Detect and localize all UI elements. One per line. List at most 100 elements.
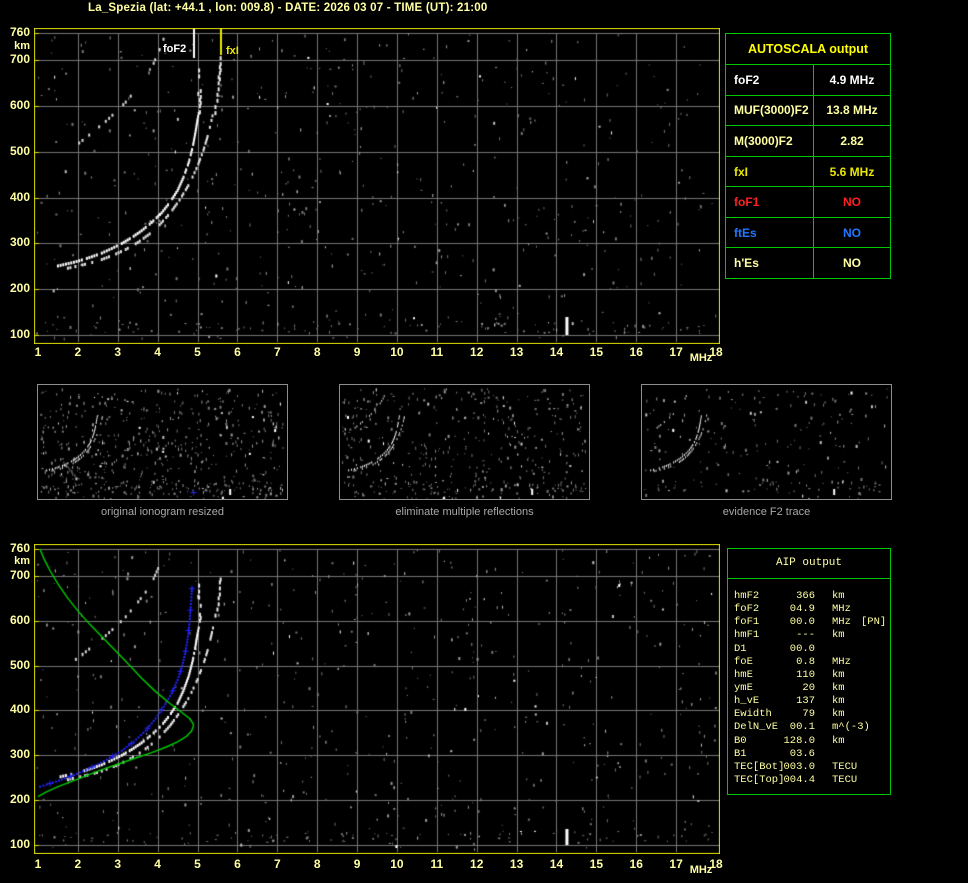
x-tick-label: 16: [629, 857, 643, 871]
station-title: La_Spezia (lat: +44.1 , lon: 009.8) - DA…: [88, 2, 488, 14]
aip-row-unit: km: [832, 668, 845, 681]
y-tick-label: 760: [9, 541, 30, 555]
x-tick-label: 4: [154, 345, 161, 359]
autoscala-row-value: NO: [813, 187, 890, 217]
x-tick-label: 15: [589, 857, 604, 871]
top-ionogram-plot: foF2 fxI: [34, 28, 720, 344]
thumbnail-3-canvas: [642, 385, 891, 499]
aip-row-label: foE: [734, 655, 753, 668]
x-tick-label: 3: [114, 857, 122, 871]
bottom-ionogram-plot: [34, 544, 720, 854]
aip-row: B0 128.0 km: [728, 735, 890, 748]
aip-row-unit: km: [832, 695, 845, 708]
aip-row: TEC[Top] 004.4 TECU: [728, 774, 890, 787]
aip-row-unit: km: [832, 734, 845, 747]
x-tick-label: 13: [509, 857, 524, 871]
aip-row-unit: km: [832, 629, 845, 642]
aip-row-value: 128.0: [783, 734, 815, 747]
aip-row-value: 366: [796, 590, 815, 602]
aip-row: D1 00.0: [728, 643, 890, 656]
autoscala-row-label: foF1: [734, 195, 760, 210]
aip-row-label: foF2: [734, 603, 760, 616]
aip-row-unit: km: [832, 590, 845, 602]
aip-row-unit: m^(-3): [832, 721, 870, 734]
aip-row-value: 20: [802, 681, 815, 694]
aip-table-header: AIP output: [728, 549, 890, 579]
x-tick-label: 15: [589, 345, 604, 359]
aip-row-value: 00.1: [789, 721, 815, 734]
autoscala-row: foF2 4.9 MHz: [726, 65, 890, 96]
aip-table-rows: hmF2 366 km foF2 04.9 MHz foF1 00.0 MHz [PN] hmF1 -…: [728, 590, 890, 787]
x-tick-label: 11: [430, 857, 444, 871]
aip-row-value: 0.8: [796, 655, 815, 668]
bottom-ionogram-canvas: [34, 544, 720, 854]
autoscala-row-label: MUF(3000)F2: [734, 103, 809, 118]
y-axis-unit-label: km: [14, 555, 30, 568]
x-tick-label: 13: [509, 345, 524, 359]
autoscala-row: foF1 NO: [726, 187, 890, 218]
aip-row-label: D1: [734, 642, 747, 655]
aip-row-label: hmF2: [734, 590, 760, 602]
y-tick-label: 100: [9, 837, 30, 851]
y-tick-label: 300: [9, 235, 30, 250]
y-tick-label: 300: [9, 747, 30, 762]
thumbnail-2-canvas: [340, 385, 589, 499]
autoscala-row-value: NO: [813, 248, 890, 279]
aip-row-unit: TECU: [832, 760, 858, 773]
y-axis-unit-label: km: [14, 39, 30, 52]
aip-row-value: 04.9: [789, 603, 815, 616]
x-tick-label: 12: [470, 857, 484, 871]
autoscala-screen: La_Spezia (lat: +44.1 , lon: 009.8) - DA…: [0, 0, 968, 883]
autoscala-row: fxI 5.6 MHz: [726, 156, 890, 188]
x-tick-label: 12: [470, 345, 484, 359]
x-tick-label: 10: [390, 345, 404, 359]
y-tick-label: 700: [9, 52, 30, 67]
aip-row: TEC[Bot] 003.0 TECU: [728, 761, 890, 774]
autoscala-row-value: NO: [813, 217, 890, 248]
aip-row-label: B1: [734, 747, 747, 760]
x-tick-label: 14: [549, 345, 564, 359]
x-tick-label: 3: [114, 345, 122, 359]
y-tick-label: 700: [9, 567, 30, 582]
x-tick-label: 9: [353, 857, 361, 871]
x-tick-label: 2: [74, 345, 82, 359]
x-tick-label: 2: [74, 857, 82, 871]
aip-row: hmE 110 km: [728, 669, 890, 682]
x-tick-label: 16: [629, 345, 643, 359]
x-tick-label: 4: [154, 857, 161, 871]
autoscala-row-value: 5.6 MHz: [813, 156, 890, 187]
aip-row-label: hmE: [734, 668, 753, 681]
x-tick-label: 5: [194, 857, 201, 871]
aip-row-value: 137: [796, 695, 815, 708]
y-tick-label: 100: [9, 327, 30, 341]
x-axis-unit-label: MHz: [689, 864, 713, 876]
aip-row: hmF2 366 km: [728, 590, 890, 603]
aip-row-value: 00.0: [789, 616, 815, 629]
aip-row-label: foF1: [734, 616, 760, 629]
aip-row-label: B0: [734, 734, 747, 747]
x-tick-label: 1: [34, 345, 42, 359]
aip-row: h_vE 137 km: [728, 695, 890, 708]
aip-row-extra: [PN]: [861, 616, 887, 629]
autoscala-row: M(3000)F2 2.82: [726, 126, 890, 157]
y-tick-label: 200: [9, 792, 30, 807]
x-tick-label: 11: [430, 345, 444, 359]
x-tick-label: 1: [34, 857, 42, 871]
aip-row-value: 110: [796, 668, 815, 681]
autoscala-row-value: 4.9 MHz: [813, 65, 890, 95]
y-tick-label: 600: [9, 98, 30, 113]
autoscala-row-label: fxI: [734, 164, 749, 179]
x-tick-label: 7: [273, 857, 281, 871]
fof2-marker-label: foF2: [163, 43, 187, 55]
y-tick-label: 600: [9, 612, 30, 627]
aip-row-unit: MHz: [832, 603, 851, 616]
x-tick-label: 9: [353, 345, 361, 359]
aip-row: foF1 00.0 MHz [PN]: [728, 616, 890, 629]
aip-row-value: 79: [802, 708, 815, 721]
x-tick-label: 10: [390, 857, 404, 871]
aip-row: foE 0.8 MHz: [728, 656, 890, 669]
x-tick-label: 5: [194, 345, 201, 359]
x-tick-label: 6: [234, 857, 241, 871]
y-tick-label: 400: [9, 189, 30, 204]
autoscala-row-value: 2.82: [813, 126, 890, 156]
